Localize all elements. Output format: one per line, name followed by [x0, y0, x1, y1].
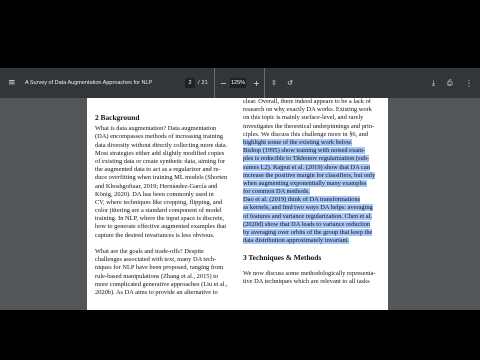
- toolbar-divider: [264, 68, 265, 98]
- text-line: how to generate effective augmented exam…: [95, 223, 227, 231]
- pdf-toolbar: ≡ A Survey of Data Augmentation Approach…: [0, 68, 480, 98]
- left-column-text: What is data augmentation? Data augmenta…: [95, 125, 241, 297]
- text-line: as kernels, and find two ways DA helps: …: [243, 204, 373, 212]
- text-line: training. In NLP, where the input space …: [95, 215, 225, 223]
- text-line: on this topic is mainly surface-level, a…: [243, 114, 364, 122]
- text-line: rule-based manipulations (Zhang et al., …: [95, 272, 219, 280]
- pdf-viewer: ≡ A Survey of Data Augmentation Approach…: [0, 68, 480, 310]
- bottom-letterbox: [0, 310, 480, 360]
- more-options-icon[interactable]: ⋮: [465, 68, 473, 98]
- text-line: sumes L2). Rajput et al. (2019) show tha…: [243, 163, 370, 171]
- text-line: by averaging over orbits of the group th…: [243, 229, 373, 236]
- text-line: tive DA techniques which are relevant to…: [243, 278, 370, 286]
- page-total: 21: [201, 80, 208, 86]
- section-heading: 2 Background: [95, 113, 140, 122]
- text-line: duce overfitting when training ML models…: [95, 174, 228, 182]
- text-line: Most strategies either add slightly modi…: [95, 149, 225, 157]
- text-line: [243, 262, 379, 270]
- text-line: niques for NLP have been proposed, rangi…: [95, 264, 224, 272]
- text-line: ples is reducible to Tikhonov regulariza…: [243, 155, 370, 163]
- print-icon[interactable]: ⎙: [447, 68, 453, 98]
- pdf-page: 2 Background What is data augmentation? …: [87, 98, 388, 310]
- text-line: 3 Techniques & Methods: [243, 253, 322, 262]
- text-line: challenges associated with text, many DA…: [95, 256, 217, 264]
- text-line: (2020d) show that DA leads to variance r…: [243, 220, 371, 228]
- menu-icon[interactable]: ≡: [8, 68, 16, 98]
- text-line: What are the goals and trade-offs? Despi…: [95, 248, 204, 256]
- text-line: Dao et al. (2019) think of DA transforma…: [243, 196, 361, 204]
- text-line: of features and variance regularization.…: [243, 212, 372, 220]
- page-navigation: / 21: [185, 68, 208, 98]
- document-title: A Survey of Data Augmentation Approaches…: [25, 80, 153, 86]
- toolbar-divider: [214, 68, 215, 98]
- text-line: What is data augmentation? Data augmenta…: [95, 125, 217, 133]
- text-line: for common DA methods.: [243, 188, 310, 196]
- text-line: research on why exactly DA works. Existi…: [243, 106, 372, 114]
- fit-page-icon[interactable]: ⇳: [271, 68, 277, 98]
- text-line: color jittering are a standard component…: [95, 207, 222, 215]
- text-line: [243, 245, 379, 253]
- text-line: capture the desired invariances is less …: [95, 231, 215, 239]
- text-line: more complicated generative approaches (…: [95, 280, 228, 288]
- top-letterbox: [0, 0, 480, 68]
- page-separator: /: [198, 80, 200, 86]
- page-number-input[interactable]: [185, 78, 195, 88]
- left-column: 2 Background What is data augmentation? …: [95, 98, 241, 297]
- right-column: clear. Overall, there indeed appears to …: [243, 98, 379, 286]
- zoom-level-input[interactable]: [230, 78, 246, 88]
- text-line: CV, where techniques like cropping, flip…: [95, 198, 223, 206]
- text-line: increase the positive margin for classif…: [243, 171, 376, 179]
- text-line: ciples. We discuss this challenge more i…: [243, 130, 369, 138]
- text-line: the augmented data to act as a regulariz…: [95, 166, 221, 174]
- text-line: Bishop (1995) show training with noised …: [243, 147, 366, 155]
- download-icon[interactable]: ⤓: [432, 68, 435, 98]
- text-line: of existing data or create synthetic dat…: [95, 157, 226, 165]
- text-line: [95, 240, 241, 248]
- text-line: and Khoshgoftaar, 2019; Hernández-García…: [95, 182, 218, 190]
- text-line: highlight some of the existing work belo…: [243, 138, 353, 146]
- text-line: data diversity without directly collecti…: [95, 141, 228, 149]
- rotate-icon[interactable]: ↺: [287, 68, 293, 98]
- text-line: data distribution approximately invarian…: [243, 237, 350, 245]
- text-line: clear. Overall, there indeed appears to …: [243, 98, 371, 105]
- text-line: investigates the theoretical underpinnin…: [243, 122, 375, 130]
- zoom-in-icon[interactable]: +: [253, 68, 260, 98]
- right-column-text: clear. Overall, there indeed appears to …: [243, 98, 379, 286]
- zoom-out-icon[interactable]: −: [220, 68, 227, 98]
- text-line: König, 2020). DA has been commonly used …: [95, 190, 214, 198]
- text-line: 2020b). As DA aims to provide an alterna…: [95, 288, 218, 296]
- text-line: We now discuss some methodologically rep…: [243, 269, 376, 277]
- text-line: (DA) encompasses methods of increasing t…: [95, 133, 223, 141]
- text-line: when augmenting exponentially many examp…: [243, 179, 367, 187]
